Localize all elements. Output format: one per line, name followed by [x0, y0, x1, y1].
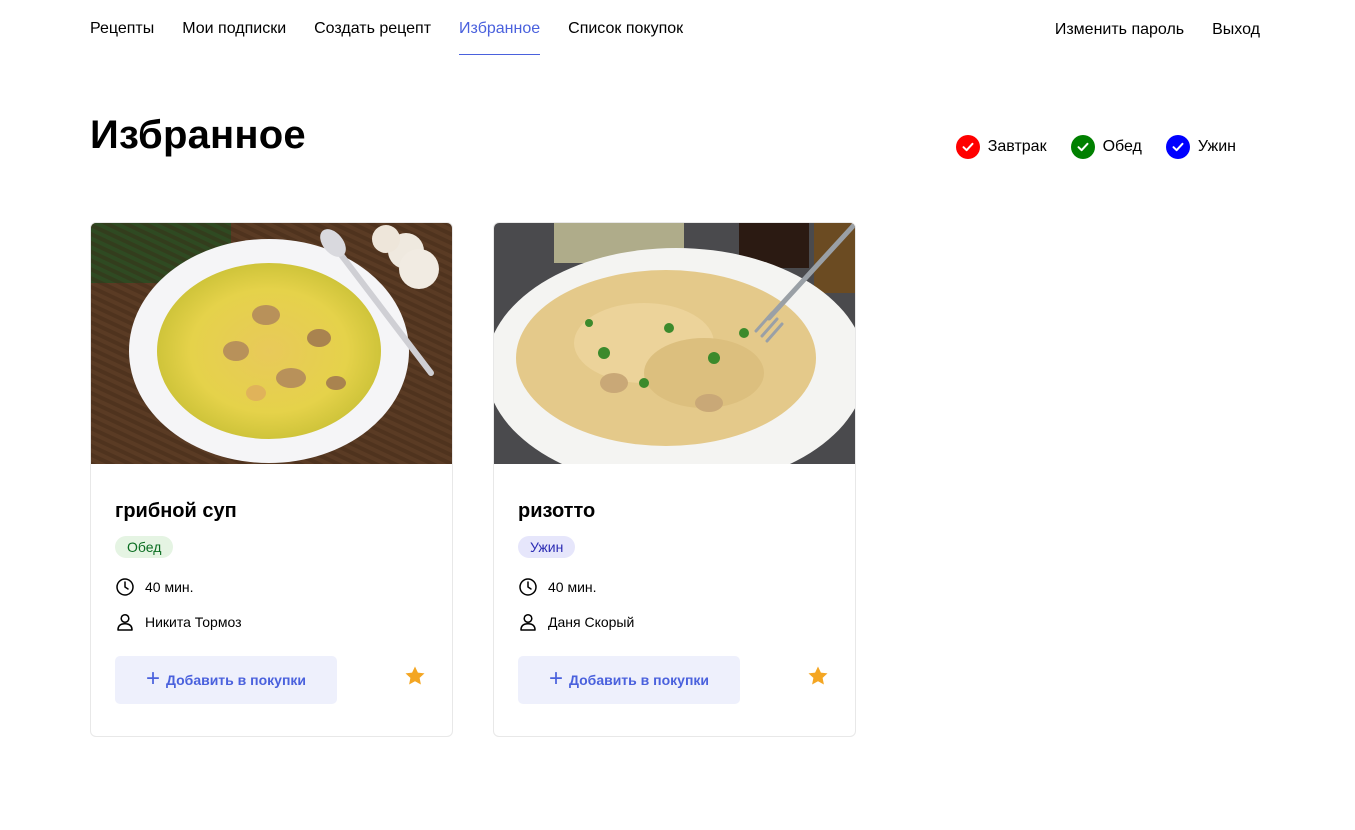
add-to-shopping-label: Добавить в покупки — [568, 672, 710, 688]
author-name[interactable]: Никита Тормоз — [145, 614, 242, 630]
page-title: Избранное — [90, 113, 306, 157]
nav-logout[interactable]: Выход — [1212, 21, 1260, 57]
cook-time: 40 мин. — [115, 577, 194, 597]
plus-icon: + — [145, 664, 160, 692]
add-to-shopping-label: Добавить в покупки — [165, 672, 307, 688]
filter-label: Завтрак — [987, 138, 1047, 155]
nav-subscriptions[interactable]: Мои подписки — [182, 20, 286, 56]
account-menu: Изменить пароль Выход — [1055, 21, 1260, 57]
user-icon — [520, 613, 536, 631]
author: Никита Тормоз — [115, 612, 242, 632]
user-icon — [117, 613, 133, 631]
clock-icon — [116, 578, 134, 596]
author: Даня Скорый — [518, 612, 634, 632]
main-menu: Рецепты Мои подписки Создать рецепт Избр… — [90, 20, 683, 56]
clock-icon — [519, 578, 537, 596]
check-icon — [1165, 135, 1190, 159]
recipe-title[interactable]: ризотто — [518, 500, 595, 523]
recipe-tag: Обед — [115, 536, 174, 558]
add-to-shopping-button[interactable]: + Добавить в покупки — [518, 656, 740, 704]
recipe-tag: Ужин — [518, 536, 576, 558]
cook-time-value: 40 мин. — [145, 579, 194, 595]
recipe-card: грибной суп Обед 40 мин. Никита Тормоз +… — [90, 222, 453, 737]
recipe-title[interactable]: грибной суп — [115, 500, 237, 523]
plus-icon: + — [548, 664, 563, 692]
recipe-image[interactable] — [91, 223, 452, 464]
card-body: ризотто Ужин 40 мин. Даня Скорый + Добав… — [494, 464, 855, 736]
top-navigation: Рецепты Мои подписки Создать рецепт Избр… — [0, 0, 1355, 60]
card-body: грибной суп Обед 40 мин. Никита Тормоз +… — [91, 464, 452, 736]
star-icon[interactable] — [806, 664, 830, 688]
filter-label: Обед — [1102, 138, 1142, 155]
recipe-image[interactable] — [494, 223, 855, 464]
cook-time: 40 мин. — [518, 577, 597, 597]
nav-change-password[interactable]: Изменить пароль — [1055, 21, 1184, 57]
tag-filters: Завтрак Обед Ужин — [955, 135, 1236, 159]
nav-favorites[interactable]: Избранное — [459, 20, 541, 56]
nav-recipes[interactable]: Рецепты — [90, 20, 154, 56]
check-icon — [1070, 135, 1095, 159]
filter-breakfast[interactable]: Завтрак — [955, 135, 1047, 159]
nav-shopping-list[interactable]: Список покупок — [568, 20, 683, 56]
cook-time-value: 40 мин. — [548, 579, 597, 595]
filter-label: Ужин — [1197, 138, 1236, 155]
filter-dinner[interactable]: Ужин — [1165, 135, 1236, 159]
author-name[interactable]: Даня Скорый — [548, 614, 634, 630]
check-icon — [955, 135, 980, 159]
recipe-card: ризотто Ужин 40 мин. Даня Скорый + Добав… — [493, 222, 856, 737]
filter-lunch[interactable]: Обед — [1070, 135, 1142, 159]
nav-create-recipe[interactable]: Создать рецепт — [314, 20, 431, 56]
add-to-shopping-button[interactable]: + Добавить в покупки — [115, 656, 337, 704]
star-icon[interactable] — [403, 664, 427, 688]
